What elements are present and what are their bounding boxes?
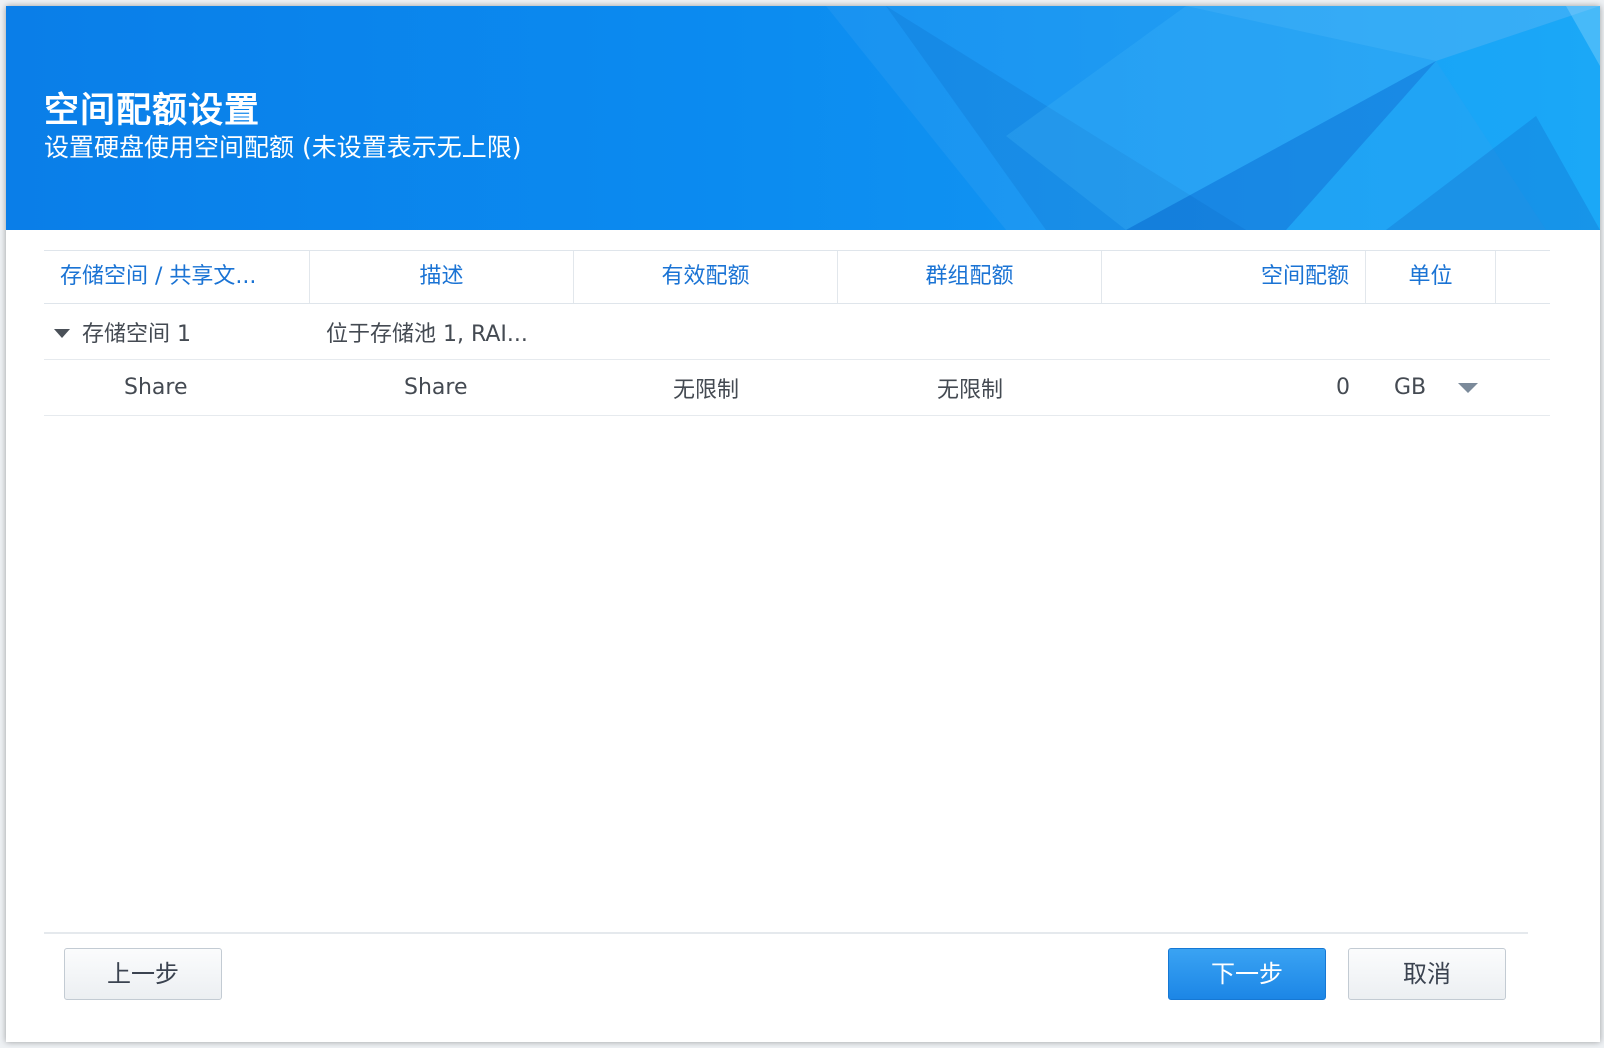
chevron-down-icon[interactable]	[1458, 382, 1478, 393]
unit-select-value: GB	[1394, 375, 1427, 400]
column-header-unit[interactable]: 单位	[1366, 251, 1496, 303]
column-header-effective-quota[interactable]: 有效配额	[574, 251, 838, 303]
column-header-spacer	[1496, 251, 1550, 303]
share-name: Share	[124, 375, 188, 400]
collapse-triangle-icon[interactable]	[54, 328, 70, 338]
dialog-banner: 空间配额设置 设置硬盘使用空间配额 (未设置表示无上限)	[6, 6, 1600, 230]
next-button[interactable]: 下一步	[1168, 948, 1326, 1000]
quota-settings-dialog: 空间配额设置 设置硬盘使用空间配额 (未设置表示无上限) 存储空间 / 共享文.…	[6, 6, 1600, 1042]
dialog-title: 空间配额设置	[44, 91, 261, 131]
dialog-subtitle: 设置硬盘使用空间配额 (未设置表示无上限)	[44, 133, 522, 162]
share-effective-quota: 无限制	[672, 377, 739, 403]
share-group-quota: 无限制	[936, 377, 1003, 403]
share-space-quota-input[interactable]: 0	[1102, 375, 1366, 400]
volume-name-cell: 存储空间 1	[44, 316, 310, 348]
share-description: Share	[404, 375, 468, 400]
column-header-name[interactable]: 存储空间 / 共享文...	[44, 251, 310, 303]
footer-divider	[44, 932, 1528, 934]
volume-description: 位于存储池 1, RAI...	[326, 321, 528, 347]
volume-name: 存储空间 1	[82, 321, 191, 347]
back-button[interactable]: 上一步	[64, 948, 222, 1000]
column-header-description[interactable]: 描述	[310, 251, 574, 303]
share-row[interactable]: Share Share 无限制 无限制 0 GB	[44, 360, 1550, 416]
column-header-space-quota[interactable]: 空间配额	[1102, 251, 1366, 303]
quota-table: 存储空间 / 共享文... 描述 有效配额 群组配额 空间配额 单位 存储空间 …	[44, 250, 1550, 416]
unit-select-wrap: GB	[1382, 375, 1480, 400]
table-header-row: 存储空间 / 共享文... 描述 有效配额 群组配额 空间配额 单位	[44, 250, 1550, 304]
column-header-group-quota[interactable]: 群组配额	[838, 251, 1102, 303]
volume-row[interactable]: 存储空间 1 位于存储池 1, RAI...	[44, 304, 1550, 360]
cancel-button[interactable]: 取消	[1348, 948, 1506, 1000]
share-unit-select[interactable]: GB	[1366, 375, 1496, 400]
